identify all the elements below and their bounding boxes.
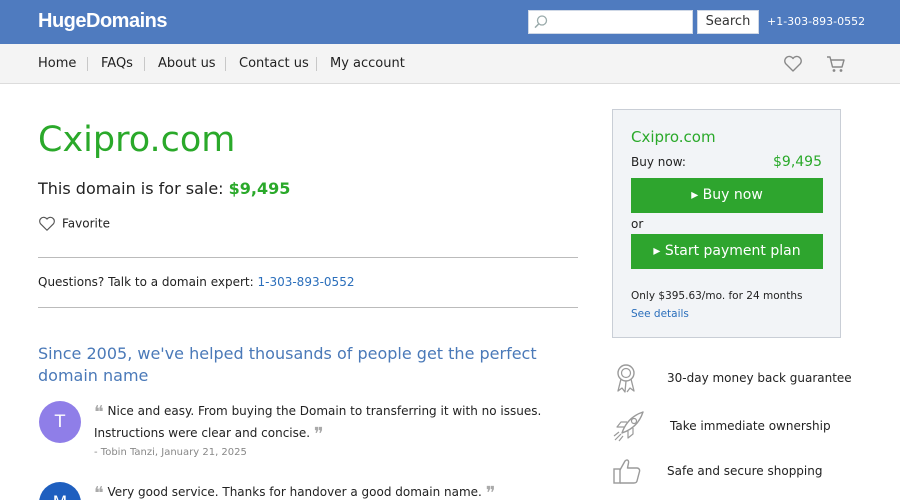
search-icon: [533, 14, 549, 34]
nav-divider: [87, 57, 88, 71]
buy-now-label: Buy now:: [631, 155, 686, 169]
cart-icon[interactable]: [826, 55, 846, 77]
sidebar-price: $9,495: [773, 154, 822, 170]
top-header: HugeDomains Search +1-303-893-0552: [0, 0, 900, 44]
award-ribbon-icon: [612, 362, 640, 398]
heart-icon: [39, 216, 55, 231]
nav-divider: [144, 57, 145, 71]
divider: [38, 257, 578, 258]
payment-plan-text: Only $395.63/mo. for 24 months: [631, 290, 803, 302]
nav-my-account[interactable]: My account: [330, 56, 405, 71]
close-quote-icon: ❞: [485, 483, 496, 500]
nav-divider: [316, 57, 317, 71]
review-quote: ❝ Very good service. Thanks for handover…: [94, 482, 564, 500]
nav-home[interactable]: Home: [38, 56, 76, 71]
sidebar-domain: Cxipro.com: [631, 128, 716, 146]
nav-faqs[interactable]: FAQs: [101, 56, 133, 71]
testimonials-heading: Since 2005, we've helped thousands of pe…: [38, 344, 537, 385]
rocket-icon: [612, 409, 646, 447]
feature-ownership: Take immediate ownership: [670, 419, 831, 433]
main-nav: Home FAQs About us Contact us My account: [0, 44, 900, 84]
domain-title: Cxipro.com: [38, 120, 236, 160]
logo[interactable]: HugeDomains: [38, 10, 167, 33]
feature-secure: Safe and secure shopping: [667, 464, 823, 478]
header-phone[interactable]: +1-303-893-0552: [767, 15, 865, 28]
open-quote-icon: ❝: [94, 483, 104, 500]
expert-phone-link[interactable]: 1-303-893-0552: [257, 275, 354, 289]
review-text: Very good service. Thanks for handover a…: [107, 485, 482, 499]
search-button[interactable]: Search: [697, 10, 759, 34]
feature-money-back: 30-day money back guarantee: [667, 371, 852, 385]
search-input[interactable]: [528, 10, 693, 34]
avatar: T: [39, 401, 81, 443]
nav-about[interactable]: About us: [158, 56, 216, 71]
or-label: or: [631, 217, 644, 231]
favorite-label: Favorite: [62, 216, 110, 231]
heart-icon[interactable]: [783, 55, 803, 77]
sale-text: This domain is for sale:: [38, 179, 224, 198]
avatar: M: [39, 482, 81, 500]
favorite-button[interactable]: Favorite: [38, 216, 110, 232]
nav-contact[interactable]: Contact us: [239, 56, 309, 71]
questions-line: Questions? Talk to a domain expert: 1-30…: [38, 275, 354, 289]
review-quote: ❝ Nice and easy. From buying the Domain …: [94, 401, 564, 445]
see-details-link[interactable]: See details: [631, 308, 689, 320]
open-quote-icon: ❝: [94, 402, 104, 423]
sale-price: $9,495: [228, 179, 291, 198]
sale-line: This domain is for sale: $9,495: [38, 179, 290, 198]
buy-now-button[interactable]: ▸ Buy now: [631, 178, 823, 213]
close-quote-icon: ❞: [313, 424, 324, 445]
thumbs-up-icon: [612, 457, 642, 489]
divider: [38, 307, 578, 308]
purchase-box: Cxipro.com Buy now: $9,495 ▸ Buy now or …: [612, 109, 841, 338]
payment-plan-button[interactable]: ▸ Start payment plan: [631, 234, 823, 269]
questions-text: Questions? Talk to a domain expert:: [38, 275, 254, 289]
nav-divider: [225, 57, 226, 71]
review-author: - Tobin Tanzi, January 21, 2025: [94, 447, 247, 458]
